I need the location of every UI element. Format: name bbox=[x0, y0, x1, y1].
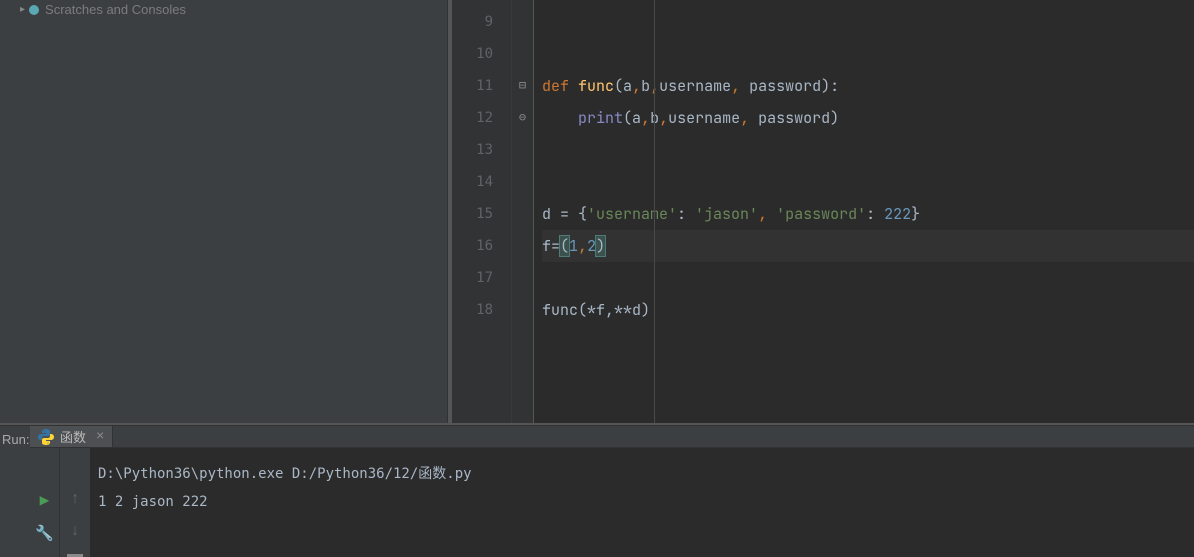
down-arrow-icon[interactable]: ↓ bbox=[70, 522, 80, 540]
line-number: 12 bbox=[452, 102, 511, 134]
console-output[interactable]: D:\Python36\python.exe D:/Python36/12/函数… bbox=[90, 448, 1194, 557]
code-line: print(a,b,username, password) bbox=[542, 102, 1194, 134]
line-number: 18 bbox=[452, 294, 511, 326]
line-number-gutter: 9 10 11 12 13 14 15 16 17 18 bbox=[452, 0, 512, 423]
sidebar-item-label: Scratches and Consoles bbox=[45, 2, 186, 17]
line-number: 13 bbox=[452, 134, 511, 166]
sidebar-item-scratches[interactable]: ▸ Scratches and Consoles bbox=[0, 0, 447, 17]
margin-guide bbox=[654, 0, 655, 423]
python-file-icon bbox=[38, 429, 54, 445]
line-number: 16 bbox=[452, 230, 511, 262]
fold-start-icon[interactable]: ⊟ bbox=[512, 70, 533, 102]
line-number: 15 bbox=[452, 198, 511, 230]
console-line: D:\Python36\python.exe D:/Python36/12/函数… bbox=[98, 460, 1186, 488]
rerun-icon[interactable]: ▶ bbox=[40, 490, 50, 510]
code-editor[interactable]: 9 10 11 12 13 14 15 16 17 18 ⊟ ⊖ bbox=[452, 0, 1194, 423]
code-line: def func(a,b,username, password): bbox=[542, 70, 1194, 102]
run-panel: Run: 函数 × ▶ 🔧 bbox=[0, 425, 1194, 557]
run-label-column: Run: bbox=[0, 426, 30, 557]
fold-gutter: ⊟ ⊖ bbox=[512, 0, 534, 423]
fold-end-icon[interactable]: ⊖ bbox=[512, 102, 533, 134]
code-line: d = {'username': 'jason', 'password': 22… bbox=[542, 198, 1194, 230]
console-line: 1 2 jason 222 bbox=[98, 488, 1186, 516]
code-line bbox=[542, 166, 1194, 198]
run-toolbar-secondary: ↑ ↓ bbox=[60, 448, 90, 557]
close-tab-icon[interactable]: × bbox=[96, 429, 104, 445]
project-sidebar: ▸ Scratches and Consoles bbox=[0, 0, 448, 423]
line-number: 11 bbox=[452, 70, 511, 102]
line-number: 17 bbox=[452, 262, 511, 294]
line-number: 10 bbox=[452, 38, 511, 70]
code-line: func(*f,**d) bbox=[542, 294, 1194, 326]
scratches-icon bbox=[29, 5, 39, 15]
wrench-icon[interactable]: 🔧 bbox=[35, 524, 54, 543]
run-tab-label: 函数 bbox=[60, 427, 86, 446]
code-line bbox=[542, 6, 1194, 38]
code-line bbox=[542, 38, 1194, 70]
code-line-current: f=(1,2) bbox=[542, 230, 1194, 262]
up-arrow-icon[interactable]: ↑ bbox=[70, 490, 80, 508]
code-line bbox=[542, 134, 1194, 166]
run-label: Run: bbox=[0, 432, 30, 447]
code-line bbox=[542, 262, 1194, 294]
code-content[interactable]: def func(a,b,username, password): print(… bbox=[534, 0, 1194, 423]
chevron-right-icon: ▸ bbox=[20, 4, 25, 15]
run-toolbar: ▶ 🔧 bbox=[30, 448, 60, 557]
line-number: 9 bbox=[452, 6, 511, 38]
run-tab[interactable]: 函数 × bbox=[30, 426, 113, 447]
run-tab-bar: 函数 × bbox=[30, 426, 1194, 448]
line-number: 14 bbox=[452, 166, 511, 198]
